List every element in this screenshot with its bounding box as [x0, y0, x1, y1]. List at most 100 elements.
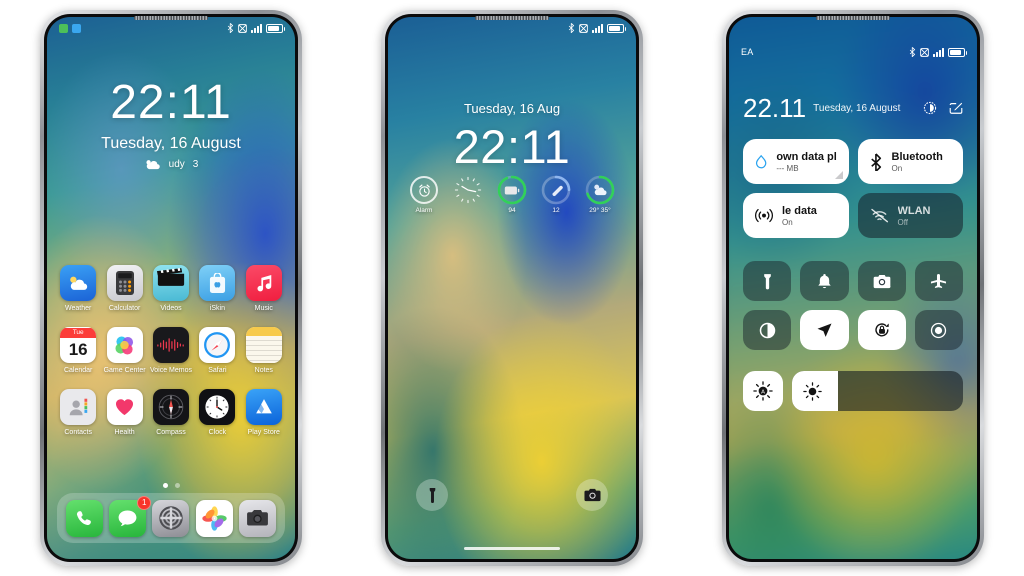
- toggle-ringer[interactable]: [800, 261, 849, 301]
- tile-text: own data plan --- MB: [776, 151, 836, 173]
- widget-alarm[interactable]: Alarm: [406, 175, 442, 214]
- cloud-sun-icon: [146, 160, 160, 170]
- app-safari[interactable]: Safari: [194, 327, 240, 375]
- lock-widgets: Alarm 94 12 29° 35°: [388, 175, 636, 214]
- tile-wlan[interactable]: WLAN Off: [857, 193, 963, 238]
- toggle-airplane-mode[interactable]: [914, 261, 963, 301]
- flashlight-icon: [763, 273, 771, 289]
- app-label: Weather: [65, 305, 92, 312]
- tile-subtitle: On: [891, 163, 903, 173]
- weather-ring: [585, 175, 615, 205]
- videos-icon: [152, 265, 189, 301]
- analog-clock-icon: [454, 176, 482, 204]
- brightness-knob: [803, 381, 822, 401]
- camera-shortcut-button[interactable]: [576, 479, 608, 511]
- home-indicator[interactable]: [464, 546, 560, 550]
- phone-screen: Tuesday, 16 Aug 22:11 Alarm 94 12 29° 35…: [388, 17, 636, 559]
- app-health[interactable]: Health: [101, 389, 147, 437]
- widget-analog-clock[interactable]: [450, 175, 486, 207]
- brightness-controls: A: [743, 371, 963, 411]
- dock-item-messages[interactable]: 1: [109, 495, 152, 537]
- app-videos[interactable]: Videos: [148, 265, 194, 313]
- app-clock[interactable]: Clock: [194, 389, 240, 437]
- bell-icon: [818, 273, 831, 288]
- toggle-rotation-lock[interactable]: [857, 310, 906, 350]
- earpiece-speaker: [475, 16, 549, 20]
- silent-icon: [920, 47, 929, 57]
- app-notes[interactable]: Notes: [241, 327, 287, 375]
- app-calendar[interactable]: Tue 16 Calendar: [55, 327, 101, 375]
- health-icon: [106, 389, 143, 426]
- status-bar-right: [568, 23, 626, 33]
- dock-item-phone[interactable]: [66, 499, 104, 537]
- phone-icon: [66, 499, 104, 537]
- battery-icon: [607, 23, 626, 33]
- settings-icon: [152, 499, 190, 537]
- signal-bars-icon: [251, 23, 262, 33]
- notes-icon: [245, 327, 282, 364]
- steps-ring: [541, 175, 571, 205]
- app-game-center[interactable]: Game Center: [101, 327, 147, 375]
- tile-bluetooth[interactable]: Bluetooth On: [857, 139, 963, 184]
- messages-badge: 1: [137, 495, 152, 510]
- toggle-flashlight[interactable]: [743, 261, 792, 301]
- status-bar-right: [227, 23, 285, 33]
- compass-icon: [152, 389, 189, 426]
- app-iskin[interactable]: iSkin: [194, 265, 240, 313]
- dock-item-camera[interactable]: [238, 499, 276, 537]
- weather-temperature: 3: [192, 159, 199, 170]
- phone-bezel: Tuesday, 16 Aug 22:11 Alarm 94 12 29° 35…: [385, 14, 639, 562]
- data-drop-icon: [755, 154, 767, 168]
- status-bar: [388, 17, 636, 39]
- tile-subtitle: --- MB: [776, 163, 799, 173]
- app-label: Play Store: [247, 429, 280, 437]
- app-voice-memos[interactable]: Voice Memos: [148, 327, 194, 375]
- tile-data-plan[interactable]: own data plan --- MB: [743, 139, 849, 184]
- auto-brightness-button[interactable]: A: [743, 371, 783, 411]
- phone-bezel: 22:11 Tuesday, 16 August udy 3 Weather C…: [44, 14, 298, 562]
- page-dot[interactable]: [174, 483, 180, 488]
- page-dots[interactable]: [47, 483, 295, 488]
- lock-time: 22:11: [453, 120, 571, 173]
- camera-icon: [873, 274, 891, 288]
- weather-icon: [60, 265, 97, 301]
- signal-bars-icon: [933, 47, 944, 57]
- app-weather[interactable]: Weather: [55, 265, 101, 313]
- app-label: Compass: [156, 429, 186, 437]
- tile-mobile-data[interactable]: le data On: [743, 193, 849, 238]
- earpiece-speaker: [134, 16, 208, 20]
- tile-subtitle: On: [782, 217, 793, 227]
- bluetooth-icon: [227, 23, 234, 33]
- app-contacts[interactable]: Contacts: [55, 389, 101, 437]
- app-music[interactable]: Music: [241, 265, 287, 313]
- brightness-slider[interactable]: [792, 371, 963, 411]
- widget-caption: 12: [552, 207, 560, 214]
- toggle-dark-mode[interactable]: [743, 310, 792, 350]
- dock-item-settings[interactable]: [152, 499, 190, 537]
- widget-battery[interactable]: 94: [494, 175, 530, 214]
- screenshot-stage: 22:11 Tuesday, 16 August udy 3 Weather C…: [0, 0, 1024, 576]
- toggle-screen-record[interactable]: [914, 310, 963, 350]
- widget-weather[interactable]: 29° 35°: [582, 175, 618, 214]
- app-grid: Weather Calculator Videos iSkin Music Tu…: [55, 265, 287, 437]
- toggle-camera[interactable]: [857, 261, 906, 301]
- widget-steps[interactable]: 12: [538, 175, 574, 214]
- app-play-store[interactable]: Play Store: [241, 389, 287, 437]
- mobile-data-icon: [755, 208, 773, 222]
- phone-home-screen: 22:11 Tuesday, 16 August udy 3 Weather C…: [40, 10, 302, 566]
- resize-corner-icon: [834, 171, 843, 179]
- app-compass[interactable]: Compass: [148, 389, 194, 437]
- iskin-icon: [199, 265, 236, 301]
- toggle-location[interactable]: [800, 310, 849, 350]
- dock-item-photos[interactable]: [195, 499, 233, 537]
- page-dot-active[interactable]: [162, 483, 168, 488]
- app-calculator[interactable]: Calculator: [101, 265, 147, 313]
- edit-icon[interactable]: [949, 101, 963, 115]
- settings-gear-icon[interactable]: [923, 101, 937, 115]
- lock-date: Tuesday, 16 August: [101, 135, 241, 152]
- status-bar-left: [59, 23, 81, 33]
- flashlight-shortcut-button[interactable]: [416, 479, 448, 511]
- widget-caption: 29° 35°: [589, 207, 611, 214]
- control-center-header: 22.11 Tuesday, 16 August: [743, 95, 963, 121]
- tile-title: WLAN: [897, 204, 931, 217]
